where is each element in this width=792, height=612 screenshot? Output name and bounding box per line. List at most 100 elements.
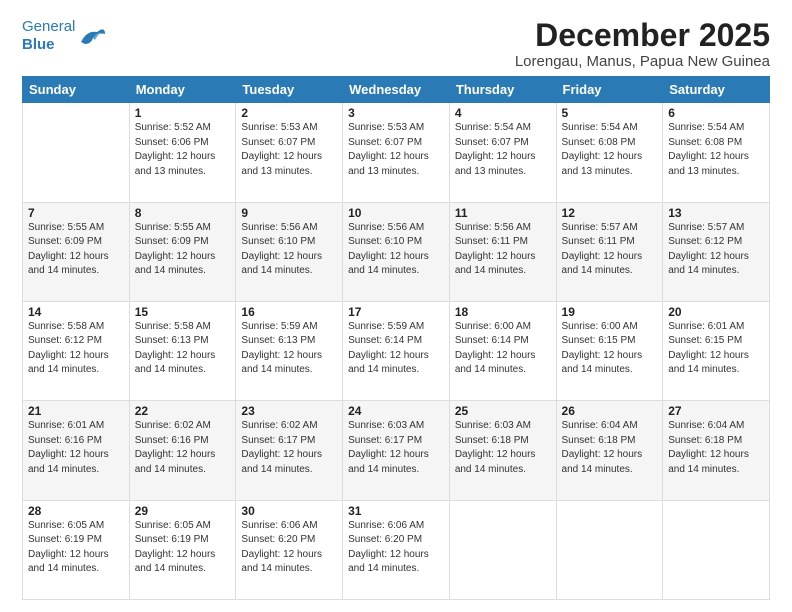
logo-text: General Blue <box>22 18 75 54</box>
day-number: 6 <box>668 106 764 120</box>
day-number: 26 <box>562 404 658 418</box>
calendar-week-row: 14Sunrise: 5:58 AM Sunset: 6:12 PM Dayli… <box>23 301 770 400</box>
calendar-cell: 12Sunrise: 5:57 AM Sunset: 6:11 PM Dayli… <box>556 202 663 301</box>
day-info: Sunrise: 5:56 AM Sunset: 6:10 PM Dayligh… <box>241 221 337 279</box>
calendar-cell <box>556 500 663 599</box>
calendar-cell: 31Sunrise: 6:06 AM Sunset: 6:20 PM Dayli… <box>343 500 450 599</box>
calendar-cell: 26Sunrise: 6:04 AM Sunset: 6:18 PM Dayli… <box>556 401 663 500</box>
logo-line2: Blue <box>22 36 55 53</box>
day-number: 1 <box>135 106 231 120</box>
header: General Blue December 2025 Lorengau, Man… <box>22 18 770 70</box>
day-number: 21 <box>28 404 124 418</box>
day-number: 20 <box>668 305 764 319</box>
day-number: 29 <box>135 504 231 518</box>
day-info: Sunrise: 6:04 AM Sunset: 6:18 PM Dayligh… <box>668 419 764 477</box>
day-info: Sunrise: 6:05 AM Sunset: 6:19 PM Dayligh… <box>28 519 124 577</box>
calendar-cell: 1Sunrise: 5:52 AM Sunset: 6:06 PM Daylig… <box>129 103 236 202</box>
calendar-cell: 14Sunrise: 5:58 AM Sunset: 6:12 PM Dayli… <box>23 301 130 400</box>
day-number: 25 <box>455 404 551 418</box>
calendar-header-saturday: Saturday <box>663 77 770 103</box>
day-info: Sunrise: 5:53 AM Sunset: 6:07 PM Dayligh… <box>241 121 337 179</box>
calendar-cell: 4Sunrise: 5:54 AM Sunset: 6:07 PM Daylig… <box>449 103 556 202</box>
day-number: 31 <box>348 504 444 518</box>
day-number: 10 <box>348 206 444 220</box>
day-number: 18 <box>455 305 551 319</box>
day-info: Sunrise: 5:57 AM Sunset: 6:11 PM Dayligh… <box>562 221 658 279</box>
calendar-cell: 24Sunrise: 6:03 AM Sunset: 6:17 PM Dayli… <box>343 401 450 500</box>
calendar-cell: 19Sunrise: 6:00 AM Sunset: 6:15 PM Dayli… <box>556 301 663 400</box>
calendar-week-row: 7Sunrise: 5:55 AM Sunset: 6:09 PM Daylig… <box>23 202 770 301</box>
day-info: Sunrise: 6:02 AM Sunset: 6:16 PM Dayligh… <box>135 419 231 477</box>
day-number: 2 <box>241 106 337 120</box>
day-number: 24 <box>348 404 444 418</box>
calendar-header-tuesday: Tuesday <box>236 77 343 103</box>
calendar-cell: 15Sunrise: 5:58 AM Sunset: 6:13 PM Dayli… <box>129 301 236 400</box>
calendar-cell <box>23 103 130 202</box>
calendar-cell <box>449 500 556 599</box>
calendar-week-row: 21Sunrise: 6:01 AM Sunset: 6:16 PM Dayli… <box>23 401 770 500</box>
day-number: 14 <box>28 305 124 319</box>
title-block: December 2025 Lorengau, Manus, Papua New… <box>515 18 770 70</box>
day-info: Sunrise: 6:05 AM Sunset: 6:19 PM Dayligh… <box>135 519 231 577</box>
day-number: 17 <box>348 305 444 319</box>
day-number: 30 <box>241 504 337 518</box>
calendar-cell: 2Sunrise: 5:53 AM Sunset: 6:07 PM Daylig… <box>236 103 343 202</box>
day-info: Sunrise: 5:55 AM Sunset: 6:09 PM Dayligh… <box>28 221 124 279</box>
day-info: Sunrise: 5:59 AM Sunset: 6:13 PM Dayligh… <box>241 320 337 378</box>
logo-line1: General <box>22 18 75 35</box>
day-info: Sunrise: 6:00 AM Sunset: 6:15 PM Dayligh… <box>562 320 658 378</box>
calendar-header-wednesday: Wednesday <box>343 77 450 103</box>
day-number: 4 <box>455 106 551 120</box>
calendar-cell: 21Sunrise: 6:01 AM Sunset: 6:16 PM Dayli… <box>23 401 130 500</box>
calendar-cell: 18Sunrise: 6:00 AM Sunset: 6:14 PM Dayli… <box>449 301 556 400</box>
day-number: 15 <box>135 305 231 319</box>
calendar-header-monday: Monday <box>129 77 236 103</box>
day-info: Sunrise: 5:53 AM Sunset: 6:07 PM Dayligh… <box>348 121 444 179</box>
day-info: Sunrise: 6:02 AM Sunset: 6:17 PM Dayligh… <box>241 419 337 477</box>
calendar-header-sunday: Sunday <box>23 77 130 103</box>
day-info: Sunrise: 5:58 AM Sunset: 6:13 PM Dayligh… <box>135 320 231 378</box>
day-info: Sunrise: 6:00 AM Sunset: 6:14 PM Dayligh… <box>455 320 551 378</box>
day-info: Sunrise: 5:56 AM Sunset: 6:10 PM Dayligh… <box>348 221 444 279</box>
calendar-cell: 9Sunrise: 5:56 AM Sunset: 6:10 PM Daylig… <box>236 202 343 301</box>
day-number: 8 <box>135 206 231 220</box>
page-title: December 2025 <box>515 18 770 53</box>
calendar-cell: 6Sunrise: 5:54 AM Sunset: 6:08 PM Daylig… <box>663 103 770 202</box>
calendar-cell: 8Sunrise: 5:55 AM Sunset: 6:09 PM Daylig… <box>129 202 236 301</box>
day-info: Sunrise: 6:06 AM Sunset: 6:20 PM Dayligh… <box>348 519 444 577</box>
day-number: 3 <box>348 106 444 120</box>
day-info: Sunrise: 5:56 AM Sunset: 6:11 PM Dayligh… <box>455 221 551 279</box>
day-number: 7 <box>28 206 124 220</box>
day-number: 9 <box>241 206 337 220</box>
day-info: Sunrise: 6:03 AM Sunset: 6:18 PM Dayligh… <box>455 419 551 477</box>
day-info: Sunrise: 6:01 AM Sunset: 6:15 PM Dayligh… <box>668 320 764 378</box>
calendar-cell: 25Sunrise: 6:03 AM Sunset: 6:18 PM Dayli… <box>449 401 556 500</box>
day-number: 19 <box>562 305 658 319</box>
calendar-header-friday: Friday <box>556 77 663 103</box>
logo: General Blue <box>22 18 107 54</box>
calendar-cell: 30Sunrise: 6:06 AM Sunset: 6:20 PM Dayli… <box>236 500 343 599</box>
day-info: Sunrise: 6:06 AM Sunset: 6:20 PM Dayligh… <box>241 519 337 577</box>
day-info: Sunrise: 5:54 AM Sunset: 6:07 PM Dayligh… <box>455 121 551 179</box>
day-info: Sunrise: 6:03 AM Sunset: 6:17 PM Dayligh… <box>348 419 444 477</box>
calendar-cell: 28Sunrise: 6:05 AM Sunset: 6:19 PM Dayli… <box>23 500 130 599</box>
calendar-cell: 20Sunrise: 6:01 AM Sunset: 6:15 PM Dayli… <box>663 301 770 400</box>
day-info: Sunrise: 5:58 AM Sunset: 6:12 PM Dayligh… <box>28 320 124 378</box>
day-info: Sunrise: 5:54 AM Sunset: 6:08 PM Dayligh… <box>668 121 764 179</box>
calendar-week-row: 28Sunrise: 6:05 AM Sunset: 6:19 PM Dayli… <box>23 500 770 599</box>
calendar-cell: 5Sunrise: 5:54 AM Sunset: 6:08 PM Daylig… <box>556 103 663 202</box>
logo-bird-icon <box>77 22 107 50</box>
calendar-cell: 3Sunrise: 5:53 AM Sunset: 6:07 PM Daylig… <box>343 103 450 202</box>
calendar-table: SundayMondayTuesdayWednesdayThursdayFrid… <box>22 76 770 600</box>
calendar-cell <box>663 500 770 599</box>
day-number: 16 <box>241 305 337 319</box>
day-info: Sunrise: 6:04 AM Sunset: 6:18 PM Dayligh… <box>562 419 658 477</box>
calendar-cell: 10Sunrise: 5:56 AM Sunset: 6:10 PM Dayli… <box>343 202 450 301</box>
day-info: Sunrise: 5:57 AM Sunset: 6:12 PM Dayligh… <box>668 221 764 279</box>
day-number: 12 <box>562 206 658 220</box>
day-number: 28 <box>28 504 124 518</box>
day-number: 11 <box>455 206 551 220</box>
calendar-cell: 23Sunrise: 6:02 AM Sunset: 6:17 PM Dayli… <box>236 401 343 500</box>
day-info: Sunrise: 6:01 AM Sunset: 6:16 PM Dayligh… <box>28 419 124 477</box>
calendar-cell: 13Sunrise: 5:57 AM Sunset: 6:12 PM Dayli… <box>663 202 770 301</box>
